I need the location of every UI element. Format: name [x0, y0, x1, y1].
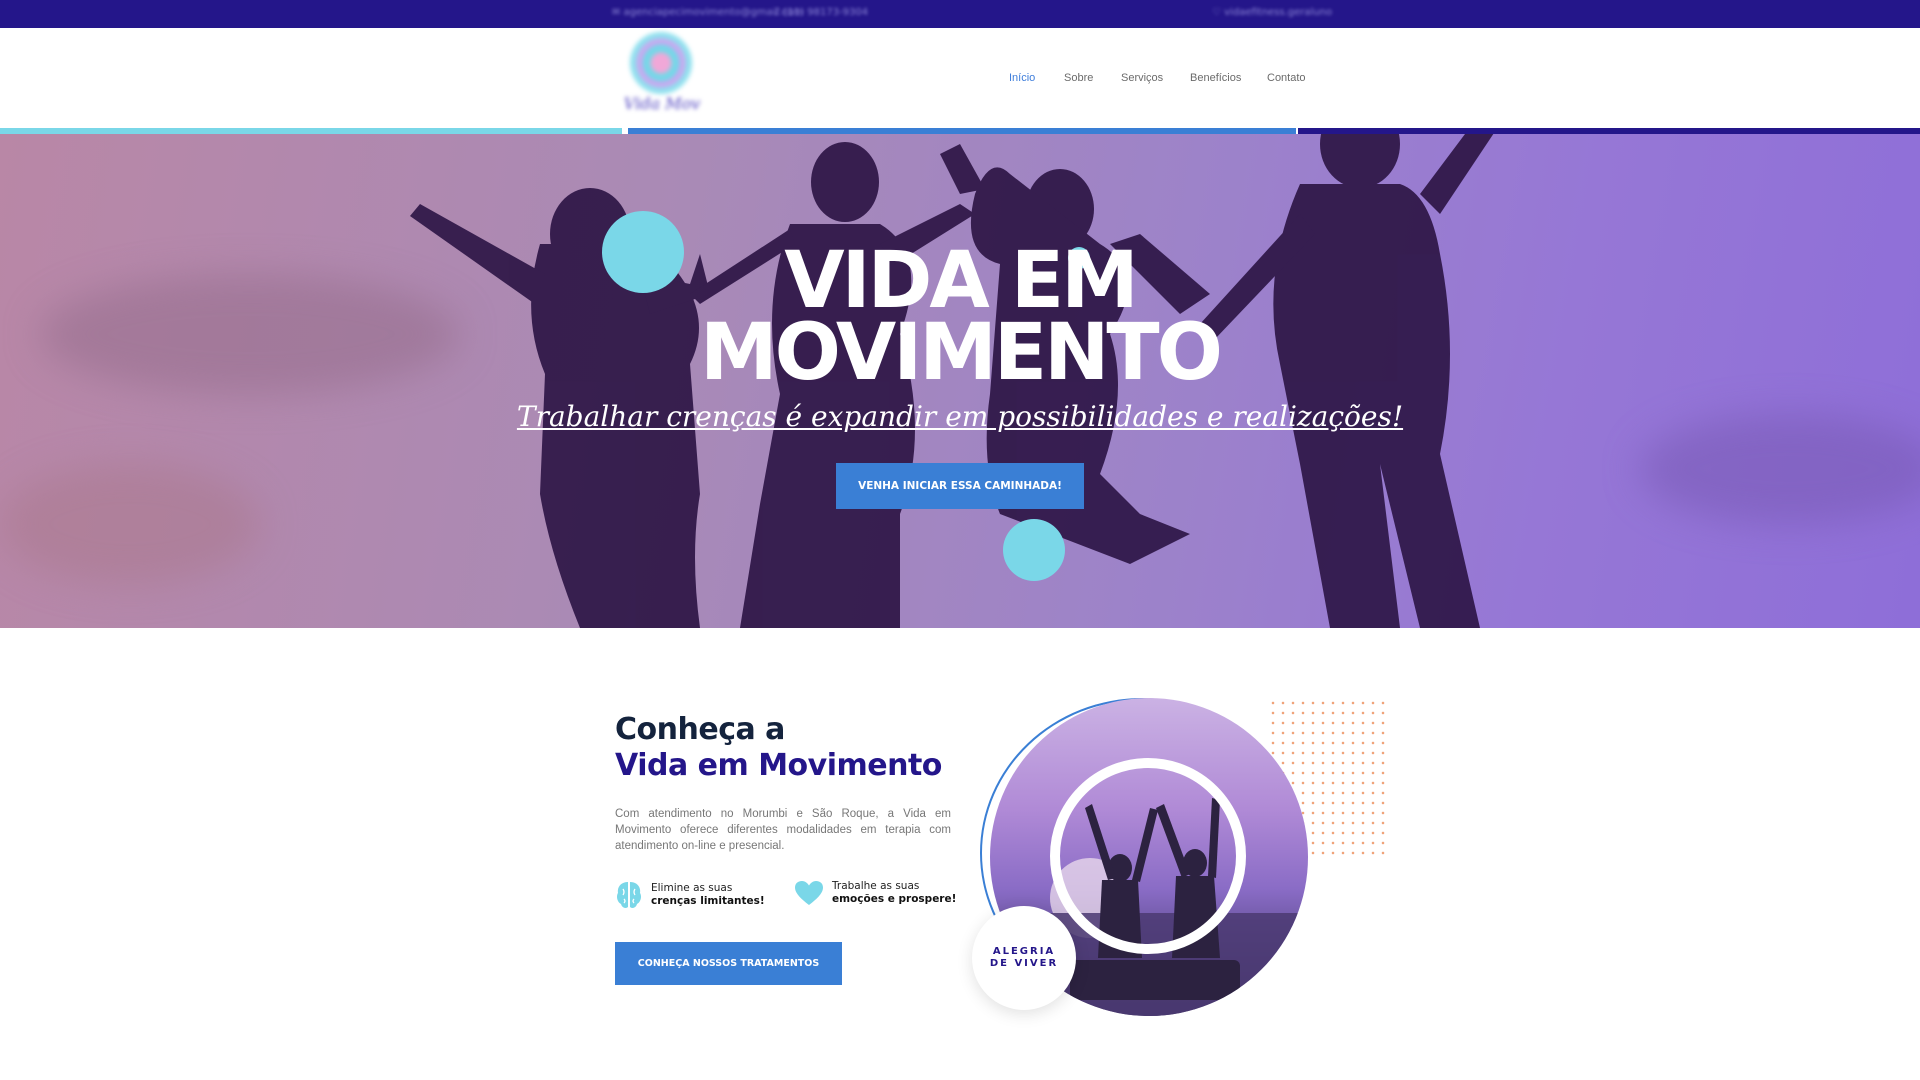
about-paragraph: Com atendimento no Morumbi e São Roque, … [615, 808, 951, 852]
feature-beliefs-text: Elimine as suas crenças limitantes! [651, 882, 765, 908]
hero-subtitle: Trabalhar crenças é expandir em possibil… [516, 400, 1404, 433]
heart-icon [795, 881, 823, 905]
feature-beliefs-line1: Elimine as suas [651, 882, 733, 894]
decorative-bubble [1003, 519, 1065, 581]
nav-contato[interactable]: Contato [1267, 72, 1306, 84]
badge-line1: ALEGRIA [992, 946, 1056, 957]
start-journey-button[interactable]: VENHA INICIAR ESSA CAMINHADA! [836, 463, 1084, 509]
feature-emotions-line1: Trabalhe as suas [832, 880, 920, 892]
logo[interactable]: Vida Mov [612, 32, 712, 124]
topbar-phone[interactable]: ♪ (11) 98173-9304 [774, 7, 868, 18]
badge-line2: DE VIVER [989, 958, 1059, 969]
feature-beliefs-line2: crenças limitantes! [651, 895, 765, 907]
mandala-logo-icon [630, 32, 692, 94]
inner-white-ring [1050, 758, 1246, 954]
nav-sobre[interactable]: Sobre [1064, 72, 1093, 84]
joy-badge: ALEGRIA DE VIVER [972, 906, 1076, 1010]
nav-inicio[interactable]: Início [1009, 72, 1035, 84]
topbar-social[interactable]: ♡ vidaefitness.geraluno [1212, 7, 1332, 18]
hero-banner: VIDA EM MOVIMENTO Trabalhar crenças é ex… [0, 134, 1920, 628]
feature-emotions: Trabalhe as suas emoções e prospere! [794, 880, 956, 906]
hero-title-line1: VIDA EM [784, 236, 1139, 326]
treatments-button[interactable]: CONHEÇA NOSSOS TRATAMENTOS [615, 942, 842, 985]
feature-beliefs: Elimine as suas crenças limitantes! [615, 880, 765, 910]
top-info-bar: ✉ agenciapecimovimento@gmail.com ♪ (11) … [0, 0, 1920, 28]
logo-text: Vida Mov [623, 94, 701, 113]
feature-emotions-text: Trabalhe as suas emoções e prospere! [832, 880, 956, 906]
navbar: Vida Mov Início Sobre Serviços Benefício… [0, 28, 1920, 128]
nav-servicos[interactable]: Serviços [1121, 72, 1163, 84]
about-heading-line1: Conheça a [615, 712, 785, 747]
brain-icon [617, 882, 641, 908]
nav-beneficios[interactable]: Benefícios [1190, 72, 1241, 84]
feature-emotions-line2: emoções e prospere! [832, 893, 957, 905]
hero-title-line2: MOVIMENTO [700, 308, 1223, 398]
about-section: Conheça a Vida em Movimento Com atendime… [0, 628, 1920, 1080]
about-heading-line2: Vida em Movimento [615, 748, 942, 783]
